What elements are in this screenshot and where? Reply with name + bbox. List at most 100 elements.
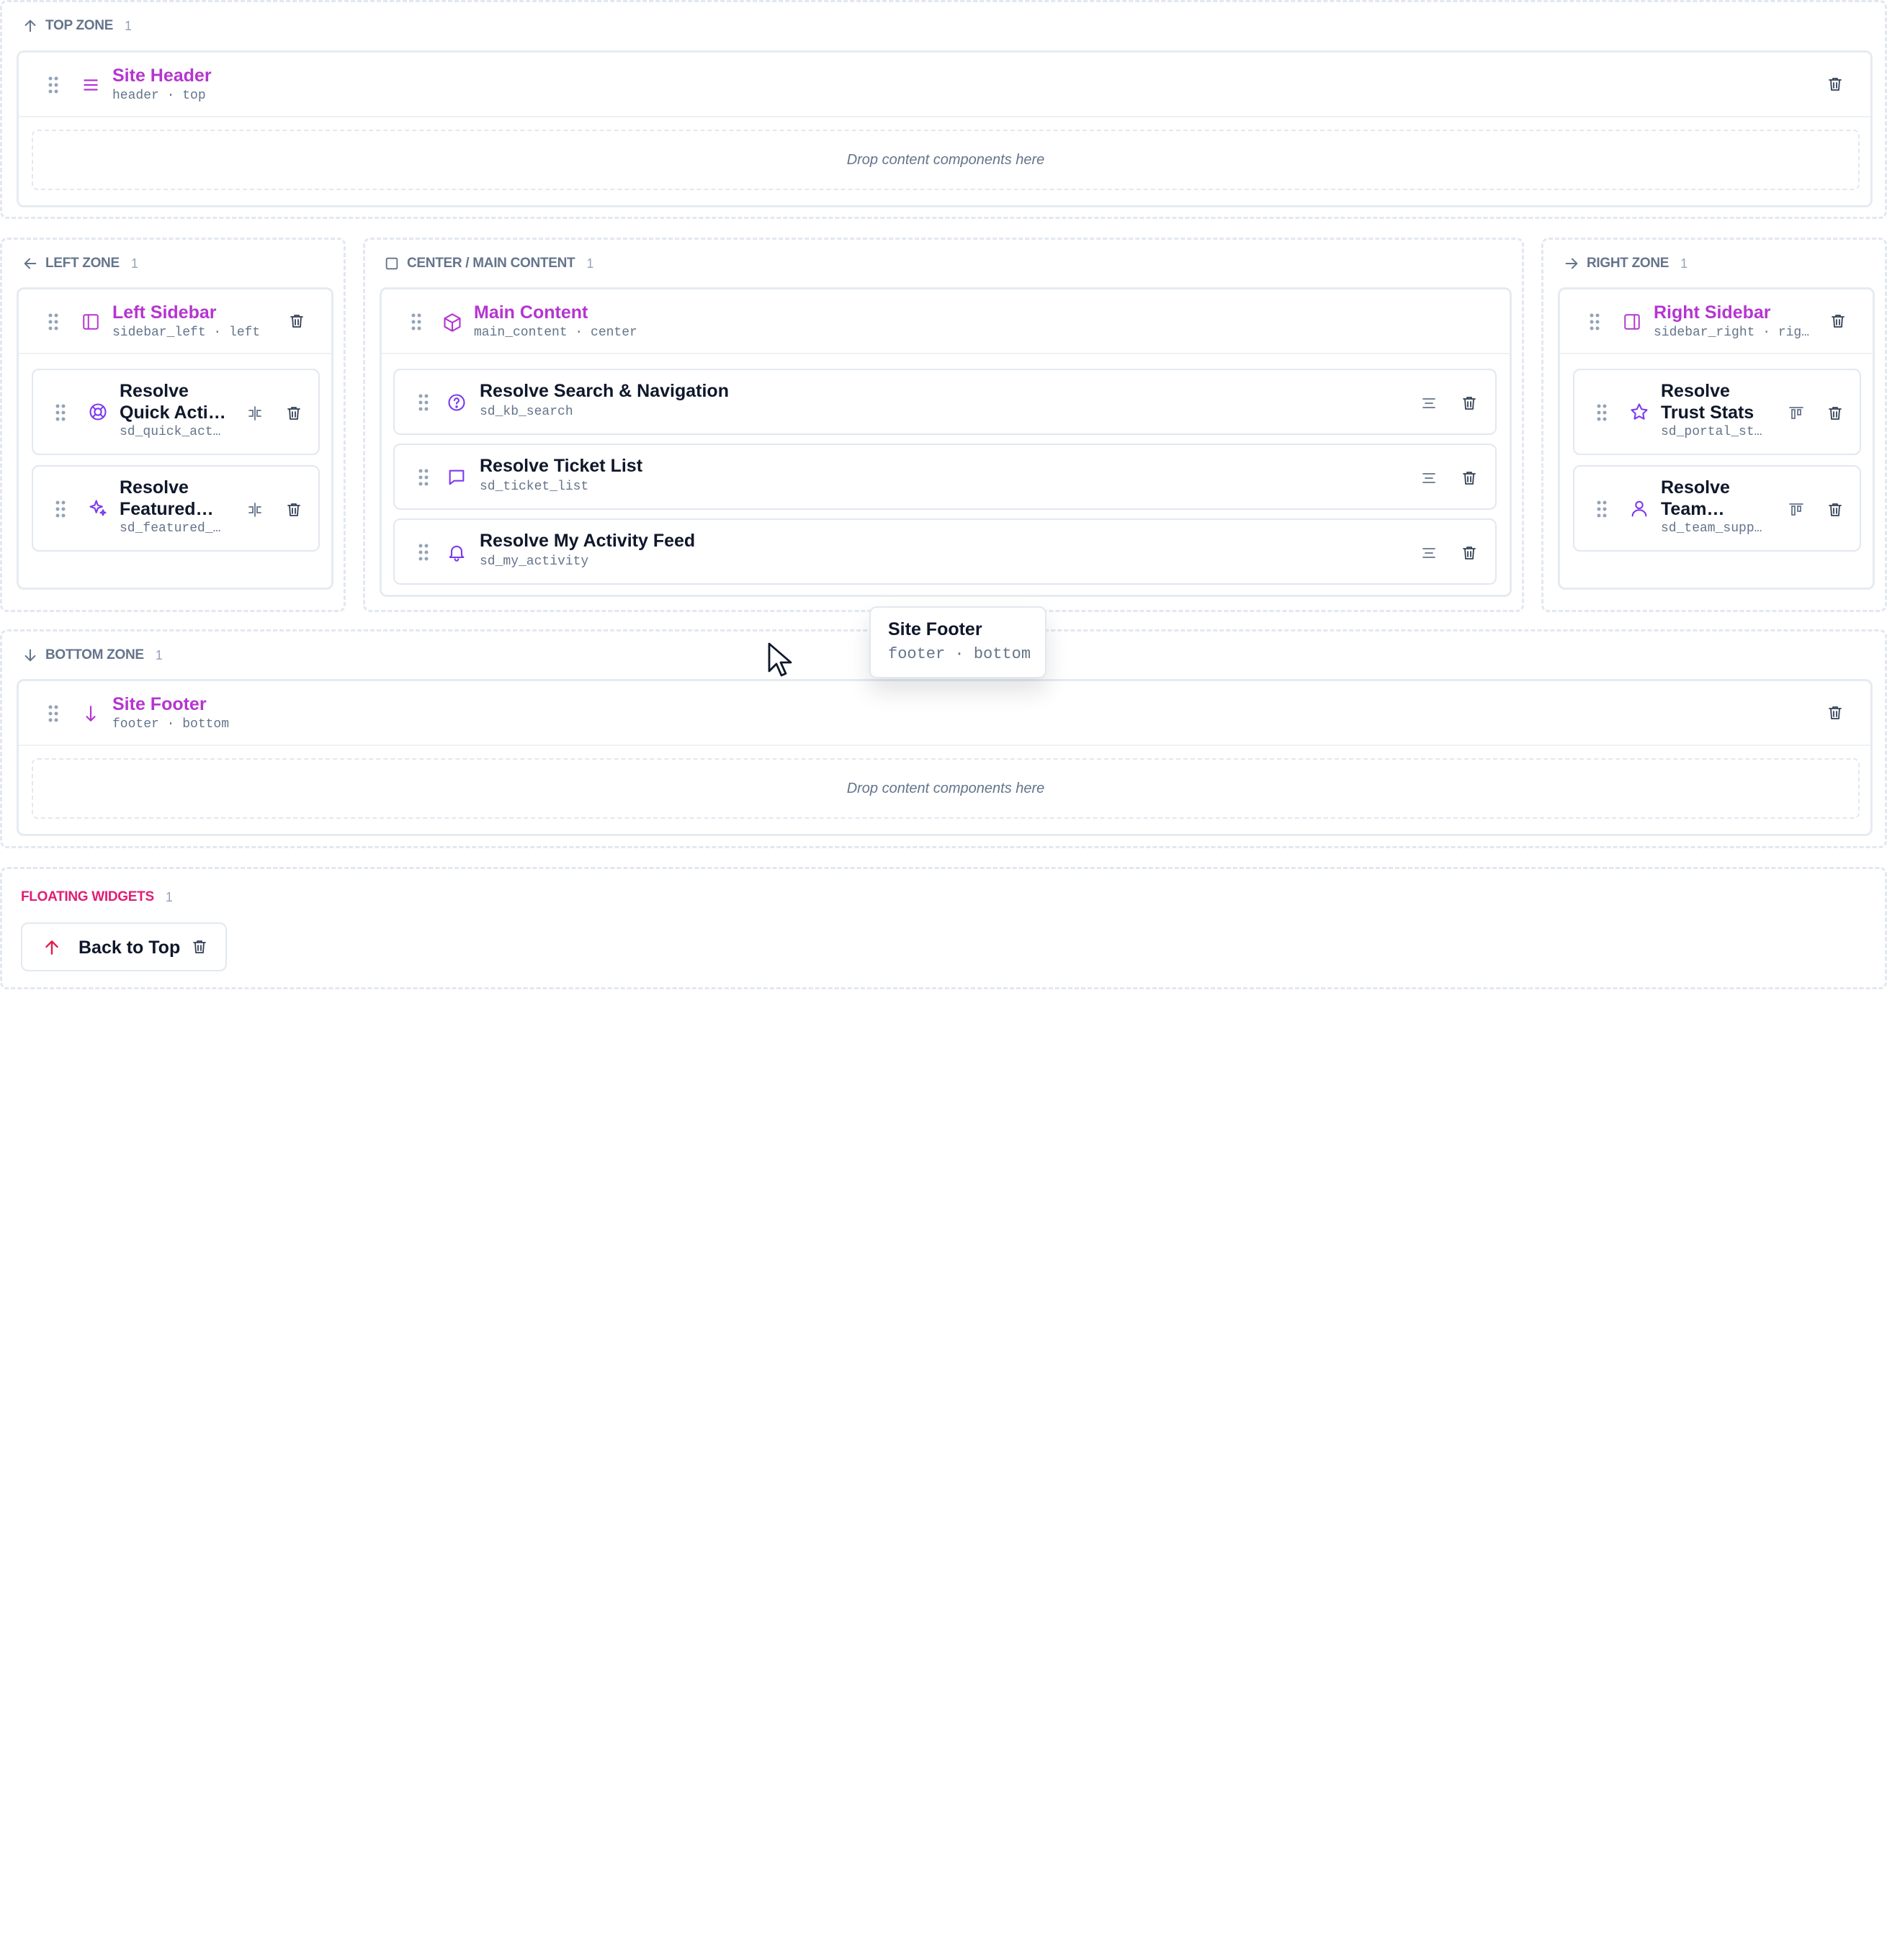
delete-button[interactable] [1458,541,1481,565]
layout-title: Right Sidebar [1654,302,1771,323]
card-title: Resolve My Activity Feed [480,531,696,551]
content-card[interactable]: Resolve Quick Acti… sd_quick_act… [32,369,320,455]
left-sidebar-layout[interactable]: Left Sidebar sidebar_left · left Resolve… [17,287,333,590]
site-footer-layout[interactable]: Site Footer footer · bottom Drop content… [17,679,1873,836]
delete-button[interactable] [1458,467,1481,490]
cursor-icon [768,642,792,677]
drag-handle-icon[interactable] [418,543,429,562]
box-icon [444,313,461,332]
align-top-button[interactable] [1785,402,1808,425]
floating-widget[interactable]: Back to Top [21,922,227,971]
drag-handle-icon[interactable] [48,704,59,723]
center-zone-header: CENTER / MAIN CONTENT 1 [384,256,593,271]
content-card[interactable]: Resolve Team… sd_team_supp… [1573,465,1861,552]
arrow-down-icon [24,649,36,662]
align-center-icon [1422,548,1435,558]
layout-subtitle: sidebar_right · rig… [1654,325,1810,340]
arrow-right-icon [1565,258,1578,269]
drag-handle-icon[interactable] [1596,500,1608,518]
lifebuoy-icon [89,403,107,421]
delete-button[interactable] [1824,402,1847,425]
layout-subtitle: sidebar_left · left [112,325,261,340]
card-title: Resolve Quick Acti… [120,381,226,423]
card-title: Resolve Search & Navigation [480,381,729,401]
drag-handle-icon[interactable] [55,403,66,422]
widget-label: Back to Top [79,938,181,958]
delete-button[interactable] [188,935,211,958]
drag-preview-subtitle: footer · bottom [888,645,1031,663]
delete-button[interactable] [1824,498,1847,521]
content-card[interactable]: Resolve My Activity Feed sd_my_activity [393,518,1497,585]
menu-icon [84,79,98,91]
user-icon [1631,500,1647,517]
drag-handle-icon[interactable] [418,468,429,487]
content-card[interactable]: Resolve Featured… sd_featured_… [32,465,320,552]
content-card[interactable]: Resolve Ticket List sd_ticket_list [393,444,1497,510]
trash-icon [1829,503,1842,516]
zone-label: LEFT ZONE [45,256,120,271]
delete-button[interactable] [285,310,308,333]
floating-widgets-header: FLOATING WIDGETS 1 [21,889,173,905]
drag-handle-icon[interactable] [55,500,66,518]
drop-area[interactable]: Drop content components here [32,758,1860,819]
sidebar-right-icon [1624,314,1640,330]
align-button[interactable] [1417,541,1440,565]
delete-button[interactable] [1827,310,1850,333]
arrow-down-icon [86,706,96,721]
drag-handle-icon[interactable] [48,76,59,94]
drag-preview: Site Footer footer · bottom [869,606,1046,678]
zone-count: 1 [155,647,163,662]
card-title: Resolve Team… [1661,477,1730,519]
trash-icon [1829,78,1842,91]
zone-label: CENTER / MAIN CONTENT [407,256,575,271]
left-zone: LEFT ZONE 1 Left Sidebar sidebar_left · … [0,238,346,612]
zone-label: FLOATING WIDGETS [21,889,154,904]
card-subtitle: sd_quick_act… [120,425,221,439]
content-card[interactable]: Resolve Trust Stats sd_portal_st… [1573,369,1861,455]
card-subtitle: sd_my_activity [480,554,589,569]
sparkles-icon [89,500,107,516]
card-title: Resolve Ticket List [480,456,643,476]
site-header-layout[interactable]: Site Header header · top Drop content co… [17,50,1873,207]
align-button[interactable] [1417,467,1440,490]
layout-title: Main Content [474,302,588,323]
right-sidebar-layout[interactable]: Right Sidebar sidebar_right · rig… Resol… [1558,287,1875,590]
drag-handle-icon[interactable] [1589,313,1600,331]
width-toggle-button[interactable] [243,402,266,425]
drag-handle-icon[interactable] [418,393,429,412]
zone-label: TOP ZONE [45,18,114,33]
zone-label: RIGHT ZONE [1587,256,1669,271]
message-square-icon [449,469,465,485]
bell-icon [449,545,465,562]
trash-icon [1463,547,1476,559]
trash-icon [1829,407,1842,420]
drag-handle-icon[interactable] [48,313,59,331]
trash-icon [290,315,303,328]
zone-count: 1 [165,889,173,904]
delete-button[interactable] [282,498,305,521]
drag-handle-icon[interactable] [411,313,422,331]
align-button[interactable] [1417,392,1440,415]
delete-button[interactable] [1824,73,1847,96]
layout-row: Site Header header · top [19,53,1870,117]
delete-button[interactable] [282,402,305,425]
align-top-icon [1789,503,1803,516]
width-toggle-button[interactable] [243,498,266,521]
drop-area[interactable]: Drop content components here [32,130,1860,190]
content-card[interactable]: Resolve Search & Navigation sd_kb_search [393,369,1497,435]
columns-icon [248,406,261,421]
align-center-icon [1422,398,1435,408]
drag-handle-icon[interactable] [1596,403,1608,422]
arrow-up-icon [24,19,36,32]
floating-widgets-zone: FLOATING WIDGETS 1 Back to Top [0,867,1887,989]
card-title: Resolve Featured… [120,477,214,519]
card-subtitle: sd_team_supp… [1661,521,1762,536]
delete-button[interactable] [1458,392,1481,415]
main-content-layout[interactable]: Main Content main_content · center Resol… [380,287,1512,597]
right-zone: RIGHT ZONE 1 Right Sidebar sidebar_right… [1541,238,1887,612]
align-center-icon [1422,473,1435,483]
square-icon [385,257,398,270]
align-top-button[interactable] [1785,498,1808,521]
delete-button[interactable] [1824,701,1847,724]
trash-icon [287,503,300,516]
